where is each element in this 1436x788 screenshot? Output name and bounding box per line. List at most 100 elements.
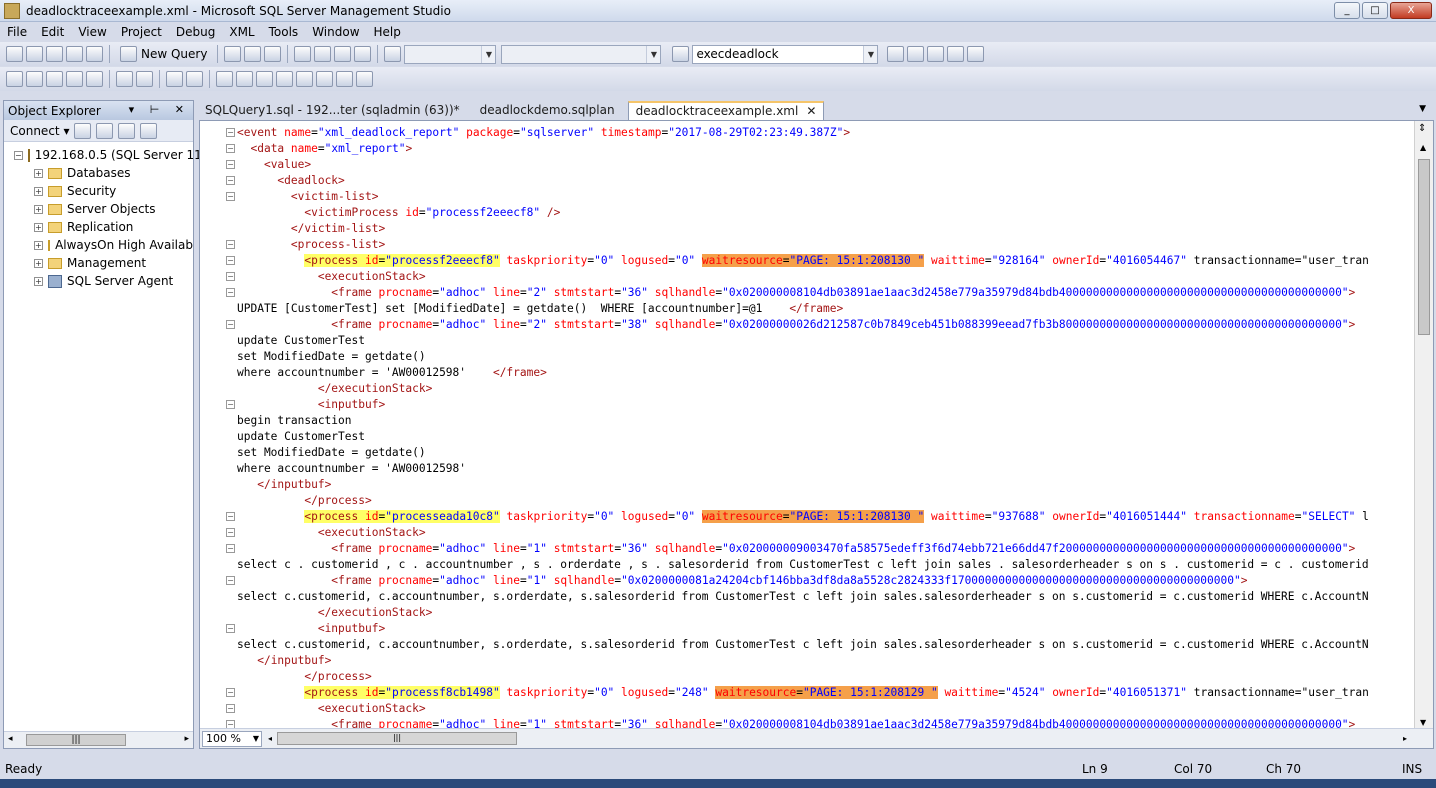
paste-icon[interactable] xyxy=(264,46,282,62)
code-line[interactable]: </process> xyxy=(237,493,1413,509)
collapse-region-icon[interactable]: − xyxy=(226,624,235,633)
code-line[interactable]: <frame procname="adhoc" line="1" stmtsta… xyxy=(237,541,1413,557)
collapse-region-icon[interactable]: − xyxy=(226,240,235,249)
code-line[interactable]: where accountnumber = 'AW00012598' xyxy=(237,461,1413,477)
editor-hscrollbar[interactable]: 100 % ▼ ◂ ||| ▸ xyxy=(200,728,1433,748)
find-icon[interactable] xyxy=(354,46,372,62)
schemas-icon[interactable] xyxy=(26,71,43,87)
code-line[interactable]: <frame procname="adhoc" line="2" stmtsta… xyxy=(237,285,1413,301)
panel-controls[interactable]: ▾ ⊢ ✕ xyxy=(129,103,190,116)
stop-icon[interactable] xyxy=(118,122,136,139)
tree-node-server-objects[interactable]: + Server Objects xyxy=(4,200,193,218)
menu-tools[interactable]: Tools xyxy=(262,25,306,39)
collapse-region-icon[interactable]: − xyxy=(226,576,235,585)
code-line[interactable]: select c.customerid, c.accountnumber, s.… xyxy=(237,589,1413,605)
collapse-region-icon[interactable]: − xyxy=(226,288,235,297)
collapse-region-icon[interactable]: − xyxy=(226,512,235,521)
create-schema-icon[interactable] xyxy=(6,71,23,87)
expand-icon[interactable]: + xyxy=(34,276,43,286)
prev-bookmark-icon[interactable] xyxy=(236,71,253,87)
outdent-icon[interactable] xyxy=(136,71,153,87)
code-line[interactable]: <data name="xml_report"> xyxy=(237,141,1413,157)
xml-editor[interactable]: − − − − − − − − − − − − − − − − − − − <event name="xml_dea… xyxy=(199,120,1434,749)
prev-bookmark-doc-icon[interactable] xyxy=(316,71,333,87)
object-explorer-icon[interactable] xyxy=(947,46,965,62)
code-line[interactable]: <process-list> xyxy=(237,237,1413,253)
tab-sqlquery1[interactable]: SQLQuery1.sql - 192...ter (sqladmin (63)… xyxy=(198,101,467,120)
menu-xml[interactable]: XML xyxy=(222,25,261,39)
copy-icon[interactable] xyxy=(244,46,262,62)
code-line[interactable]: <inputbuf> xyxy=(237,397,1413,413)
code-line[interactable]: </executionStack> xyxy=(237,381,1413,397)
toolbox-icon[interactable] xyxy=(927,46,945,62)
start-debug-icon[interactable] xyxy=(384,46,402,62)
code-line[interactable]: <process id="processeada10c8" taskpriori… xyxy=(237,509,1413,525)
code-line[interactable]: <process id="processf2eeecf8" taskpriori… xyxy=(237,253,1413,269)
code-line[interactable]: <value> xyxy=(237,157,1413,173)
debug-xslt-icon[interactable] xyxy=(46,71,63,87)
code-line[interactable]: <executionStack> xyxy=(237,701,1413,717)
code-line[interactable]: </process> xyxy=(237,669,1413,685)
tab-deadlockdemo-sqlplan[interactable]: deadlockdemo.sqlplan xyxy=(473,101,622,120)
expand-icon[interactable]: + xyxy=(34,258,43,268)
new-project-icon[interactable] xyxy=(6,46,23,62)
code-line[interactable]: <victim-list> xyxy=(237,189,1413,205)
code-line[interactable]: </executionStack> xyxy=(237,605,1413,621)
disconnect-icon[interactable] xyxy=(96,122,114,139)
code-area[interactable]: <event name="xml_deadlock_report" packag… xyxy=(237,125,1413,729)
tree-node-security[interactable]: + Security xyxy=(4,182,193,200)
collapse-region-icon[interactable]: − xyxy=(226,400,235,409)
next-bookmark-folder-icon[interactable] xyxy=(296,71,313,87)
connect-server-icon[interactable] xyxy=(74,122,92,139)
comment-icon[interactable] xyxy=(86,71,103,87)
tree-node-alwayson[interactable]: + AlwaysOn High Availab xyxy=(4,236,193,254)
tree-node-sql-agent[interactable]: + SQL Server Agent xyxy=(4,272,193,290)
code-line[interactable]: <process id="processf8cb1498" taskpriori… xyxy=(237,685,1413,701)
menu-file[interactable]: File xyxy=(0,25,34,39)
code-line[interactable]: update CustomerTest xyxy=(237,429,1413,445)
code-line[interactable]: </inputbuf> xyxy=(237,477,1413,493)
menu-window[interactable]: Window xyxy=(305,25,366,39)
save-icon[interactable] xyxy=(66,46,83,62)
prev-bookmark-folder-icon[interactable] xyxy=(276,71,293,87)
menu-project[interactable]: Project xyxy=(114,25,169,39)
collapse-region-icon[interactable]: − xyxy=(226,320,235,329)
code-line[interactable]: <executionStack> xyxy=(237,269,1413,285)
collapse-region-icon[interactable]: − xyxy=(226,128,235,137)
tree-node-databases[interactable]: + Databases xyxy=(4,164,193,182)
expand-icon[interactable]: + xyxy=(34,240,43,250)
zoom-combo[interactable]: 100 % ▼ xyxy=(202,730,262,747)
expand-icon[interactable]: + xyxy=(34,204,43,214)
code-line[interactable]: </victim-list> xyxy=(237,221,1413,237)
toggle-bookmark-icon[interactable] xyxy=(216,71,233,87)
connect-button[interactable]: Connect ▾ xyxy=(10,124,69,138)
collapse-region-icon[interactable]: − xyxy=(226,256,235,265)
code-line[interactable]: <executionStack> xyxy=(237,525,1413,541)
code-line[interactable]: where accountnumber = 'AW00012598' </fra… xyxy=(237,365,1413,381)
code-line[interactable]: <event name="xml_deadlock_report" packag… xyxy=(237,125,1413,141)
filter-icon[interactable] xyxy=(140,122,158,139)
collapse-region-icon[interactable]: − xyxy=(226,176,235,185)
collapse-region-icon[interactable]: − xyxy=(226,192,235,201)
toolbar-options-icon[interactable] xyxy=(967,46,985,62)
tab-deadlocktraceexample-xml[interactable]: deadlocktraceexample.xml ✕ xyxy=(627,101,825,120)
code-line[interactable]: select c.customerid, c.accountnumber, s.… xyxy=(237,637,1413,653)
expand-icon[interactable]: + xyxy=(34,222,43,232)
tree-node-replication[interactable]: + Replication xyxy=(4,218,193,236)
code-line[interactable]: begin transaction xyxy=(237,413,1413,429)
collapse-icon[interactable]: − xyxy=(14,150,23,160)
expand-icon[interactable]: + xyxy=(34,186,43,196)
new-query-button[interactable]: New Query xyxy=(116,46,211,62)
expand-icon[interactable]: + xyxy=(34,168,43,178)
object-explorer-hscrollbar[interactable]: ◂ ||| ▸ xyxy=(4,731,193,748)
collapse-region-icon[interactable]: − xyxy=(226,544,235,553)
navigate-icon[interactable] xyxy=(334,46,352,62)
comment-lines-icon[interactable] xyxy=(166,71,183,87)
indent-icon[interactable] xyxy=(116,71,133,87)
next-bookmark-icon[interactable] xyxy=(256,71,273,87)
code-line[interactable]: set ModifiedDate = getdate() xyxy=(237,349,1413,365)
collapse-region-icon[interactable]: − xyxy=(226,704,235,713)
collapse-region-icon[interactable]: − xyxy=(226,528,235,537)
code-line[interactable]: <inputbuf> xyxy=(237,621,1413,637)
add-item-icon[interactable] xyxy=(26,46,43,62)
